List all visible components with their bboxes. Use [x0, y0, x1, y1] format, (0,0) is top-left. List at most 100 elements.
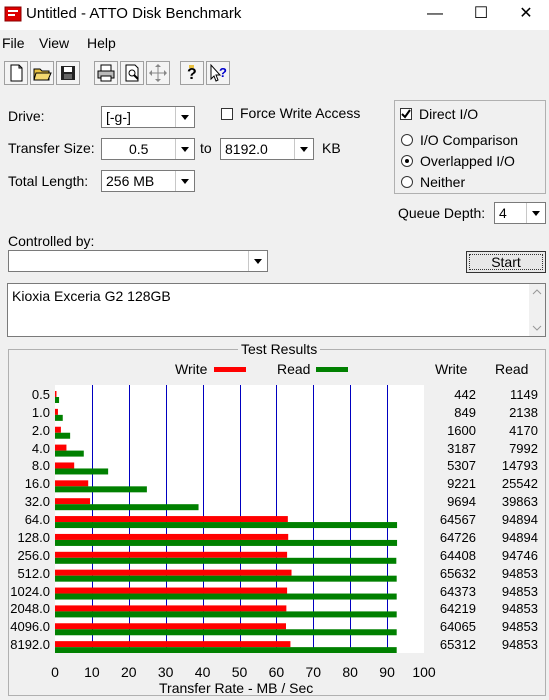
write-value: 9221: [447, 476, 476, 492]
write-bar: [55, 533, 289, 540]
overlapped-io-radio[interactable]: [401, 155, 413, 167]
write-value: 9694: [447, 494, 476, 510]
io-comparison-label: I/O Comparison: [420, 132, 519, 148]
drive-select[interactable]: [-g-]: [101, 106, 195, 128]
chevron-down-icon[interactable]: [175, 139, 194, 159]
x-tick-label: 50: [231, 664, 248, 680]
read-bar: [55, 450, 84, 457]
write-value: 5307: [447, 458, 476, 474]
transfer-size-to-select[interactable]: 8192.0: [220, 138, 314, 160]
row-label: 16.0: [24, 476, 50, 492]
test-results-title: Test Results: [238, 341, 321, 357]
read-bar: [55, 468, 109, 475]
x-tick-label: 70: [305, 664, 322, 680]
row-label: 256.0: [17, 547, 50, 563]
drive-value: [-g-]: [106, 109, 131, 125]
read-bar: [55, 397, 60, 403]
help-icon[interactable]: ?: [180, 61, 204, 85]
context-help-icon[interactable]: ?: [206, 61, 230, 85]
transfer-to-value: 8192.0: [225, 141, 268, 157]
x-tick-label: 30: [157, 664, 174, 680]
app-icon: [4, 5, 22, 23]
legend-read-swatch: [316, 367, 348, 372]
queue-depth-label: Queue Depth:: [398, 205, 486, 221]
description-textarea[interactable]: Kioxia Exceria G2 128GB: [7, 283, 546, 337]
write-value: 849: [454, 404, 476, 420]
read-bar: [55, 432, 71, 439]
x-tick-label: 40: [194, 664, 211, 680]
write-bar: [55, 426, 61, 433]
row-label: 8.0: [31, 458, 50, 474]
read-bar: [55, 575, 397, 582]
chevron-down-icon[interactable]: [248, 251, 267, 271]
write-bar: [55, 587, 288, 594]
chevron-down-icon[interactable]: [175, 107, 194, 127]
read-value: 25542: [501, 476, 538, 492]
controlled-by-select[interactable]: [8, 250, 268, 272]
read-value: 2138: [509, 404, 538, 420]
minimize-button[interactable]: —: [412, 0, 458, 30]
read-value: 14793: [501, 458, 538, 474]
read-bar: [55, 629, 397, 636]
neither-label: Neither: [420, 174, 466, 190]
start-button[interactable]: Start: [466, 251, 546, 273]
write-value: 64373: [439, 583, 476, 599]
write-bar: [55, 444, 67, 451]
io-comparison-radio[interactable]: [401, 134, 413, 146]
menu-view[interactable]: View: [39, 35, 69, 51]
read-value: 4170: [509, 422, 538, 438]
read-bar: [55, 611, 397, 618]
description-text: Kioxia Exceria G2 128GB: [12, 288, 171, 304]
read-value: 94853: [501, 565, 538, 581]
save-icon[interactable]: [56, 61, 80, 85]
force-write-checkbox[interactable]: [221, 108, 233, 120]
svg-text:?: ?: [219, 65, 227, 80]
svg-text:?: ?: [187, 66, 197, 83]
x-tick-label: 60: [268, 664, 285, 680]
transfer-size-label: Transfer Size:: [8, 140, 95, 156]
write-bar: [55, 480, 89, 487]
read-bar: [55, 539, 398, 546]
print-icon[interactable]: [94, 61, 118, 85]
write-value: 64408: [439, 547, 476, 563]
close-button[interactable]: ✕: [503, 0, 549, 30]
description-scrollbar[interactable]: [529, 284, 545, 336]
menu-file[interactable]: File: [2, 35, 25, 51]
print-preview-icon[interactable]: [120, 61, 144, 85]
write-bar: [55, 551, 288, 558]
read-bar: [55, 647, 397, 654]
chart-plot-area: [55, 385, 424, 654]
focus-rect: [469, 254, 543, 270]
chevron-down-icon[interactable]: [294, 139, 313, 159]
total-length-select[interactable]: 256 MB: [101, 170, 195, 192]
transfer-size-from-select[interactable]: 0.5: [101, 138, 195, 160]
x-tick-label: 100: [412, 664, 436, 680]
read-value: 94894: [501, 529, 538, 545]
row-label: 64.0: [24, 512, 50, 528]
chart-svg: [55, 385, 398, 654]
legend-read-label: Read: [277, 361, 311, 377]
queue-depth-select[interactable]: 4: [494, 202, 546, 224]
read-column-header: Read: [495, 361, 529, 377]
write-value: 64219: [439, 601, 476, 617]
maximize-button[interactable]: ☐: [458, 0, 504, 30]
chevron-down-icon[interactable]: [526, 203, 545, 223]
move-icon[interactable]: [146, 61, 170, 85]
menu-bar: [0, 31, 549, 53]
new-icon[interactable]: [4, 61, 28, 85]
write-column-header: Write: [435, 361, 468, 377]
chevron-down-icon[interactable]: [175, 171, 194, 191]
neither-radio[interactable]: [401, 176, 413, 188]
row-label: 4.0: [31, 440, 50, 456]
menu-help[interactable]: Help: [87, 35, 116, 51]
write-bar: [55, 462, 75, 469]
read-value: 94853: [501, 601, 538, 617]
read-bar: [55, 414, 63, 421]
to-label: to: [200, 140, 212, 156]
read-value: 94746: [501, 547, 538, 563]
row-label: 128.0: [17, 529, 50, 545]
transfer-from-value: 0.5: [129, 141, 149, 157]
read-bar: [55, 593, 397, 600]
row-label: 1.0: [31, 404, 50, 420]
open-icon[interactable]: [30, 61, 54, 85]
